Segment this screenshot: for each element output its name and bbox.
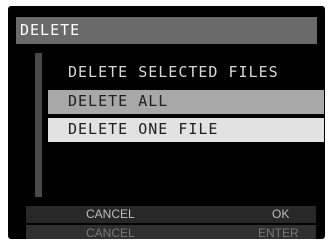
menu-scrollbar[interactable] [35, 53, 42, 197]
enter-key-hint: ENTER [258, 226, 299, 239]
cancel-button[interactable]: CANCEL [86, 207, 135, 222]
menu-item-label: DELETE ONE FILE [68, 120, 219, 138]
footer-key-hint-bar: CANCEL ENTER [26, 225, 316, 239]
menu-item-delete-all[interactable]: DELETE ALL [48, 90, 324, 114]
screen-title: DELETE [20, 21, 81, 39]
menu-item-delete-selected-files[interactable]: DELETE SELECTED FILES [48, 61, 324, 85]
footer-guide-bar: CANCEL OK [26, 206, 316, 223]
cancel-key-hint: CANCEL [86, 226, 135, 239]
ok-button[interactable]: OK [272, 207, 289, 222]
menu-item-label: DELETE ALL [68, 92, 169, 110]
menu-item-delete-one-file[interactable]: DELETE ONE FILE [48, 118, 324, 142]
title-bar: DELETE [16, 17, 317, 44]
menu-item-label: DELETE SELECTED FILES [68, 63, 279, 81]
camera-screen: DELETE DELETE SELECTED FILES DELETE ALL … [8, 6, 325, 239]
